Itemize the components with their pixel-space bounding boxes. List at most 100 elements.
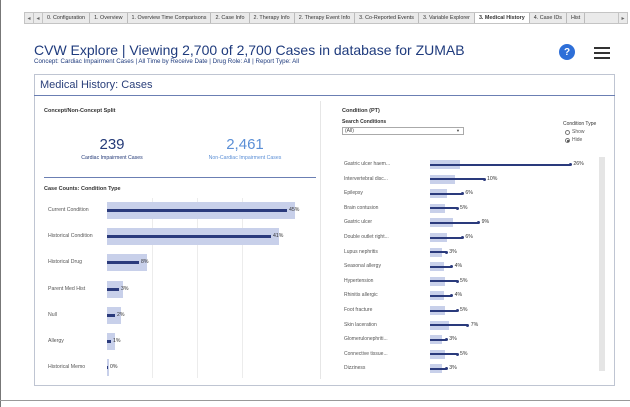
tab-0-configuration[interactable]: 0. Configuration	[43, 13, 91, 23]
condition-pt-dot	[482, 177, 486, 181]
help-icon[interactable]: ?	[559, 44, 575, 60]
condition-pt-bar[interactable]	[430, 163, 571, 166]
condition-pt-dot	[455, 279, 459, 283]
split-title: Concept/Non-Concept Split	[44, 108, 116, 114]
concept-count: 239	[99, 136, 125, 153]
panel-separator	[320, 101, 321, 379]
chart-gridline	[242, 198, 243, 378]
condition-pt-label: Seasonal allergy	[344, 263, 381, 270]
condition-pt-value: 7%	[470, 321, 479, 328]
condition-type-label: Historical Drug	[48, 259, 83, 266]
condition-pt-bar[interactable]	[430, 353, 457, 356]
radio-hide-label: Hide	[572, 137, 583, 143]
condition-type-value: 2%	[117, 311, 125, 318]
condition-pt-bar[interactable]	[430, 207, 457, 210]
condition-pt-value: 9%	[481, 219, 490, 226]
tab-scroll-next-icon[interactable]: ▸	[618, 13, 627, 23]
condition-pt-dot	[455, 309, 459, 312]
tab-3-medical-history[interactable]: 3. Medical History	[474, 13, 530, 23]
condition-pt-dot	[444, 338, 448, 342]
condition-pt-bar[interactable]	[430, 265, 452, 268]
condition-type-value: 0%	[110, 364, 118, 371]
tab-2-therapy-info[interactable]: 2. Therapy Info	[250, 13, 295, 23]
condition-type-bar[interactable]	[107, 340, 111, 343]
condition-pt-dot	[444, 250, 448, 254]
condition-pt-value: 6%	[465, 190, 473, 197]
condition-pt-bar[interactable]	[430, 280, 457, 283]
condition-pt-label: Connective tissue...	[344, 350, 388, 357]
condition-pt-label: Lupus nephritis	[344, 248, 378, 255]
tab-scroll-prev-icon[interactable]: ◂	[34, 13, 43, 23]
condition-type-bar[interactable]	[107, 261, 139, 265]
search-conditions-dropdown[interactable]: (All) ▼	[342, 127, 464, 135]
radio-show-label: Show	[572, 129, 585, 135]
condition-list-scrollbar[interactable]	[599, 157, 605, 371]
nonconcept-count: 2,461	[226, 136, 264, 153]
radio-hide-circle-icon	[565, 137, 570, 143]
frame-border-bottom	[0, 400, 630, 401]
condition-type-title: Condition Type	[563, 121, 597, 127]
chart-gridline	[152, 198, 153, 378]
dropdown-arrow-icon: ▼	[456, 128, 460, 133]
condition-type-bar[interactable]	[107, 209, 287, 212]
hamburger-menu-icon[interactable]	[594, 47, 610, 59]
condition-pt-label: Skin laceration	[344, 321, 377, 328]
condition-pt-bar[interactable]	[430, 294, 452, 297]
concept-label: Cardiac Impairment Cases	[81, 155, 143, 161]
condition-pt-bar[interactable]	[430, 338, 447, 341]
condition-pt-value: 5%	[460, 204, 468, 211]
tab-hist[interactable]: Hist	[567, 13, 586, 23]
condition-type-bar[interactable]	[107, 313, 115, 317]
condition-pt-bar[interactable]	[430, 221, 479, 224]
condition-pt-bar[interactable]	[430, 178, 484, 181]
tab-2-therapy-event-info[interactable]: 2. Therapy Event Info	[295, 13, 356, 23]
tab-4-case-ids[interactable]: 4. Case IDs	[530, 13, 567, 23]
condition-pt-bar[interactable]	[430, 251, 447, 254]
condition-type-bar[interactable]	[107, 235, 271, 239]
condition-type-value: 3%	[121, 285, 129, 292]
condition-type-label: Historical Memo	[48, 364, 86, 371]
search-conditions-value: (All)	[345, 128, 354, 134]
tab-1-overview[interactable]: 1. Overview	[90, 13, 128, 23]
tab-list: 0. Configuration 1. Overview 1. Overview T…	[43, 13, 586, 23]
condition-pt-bar[interactable]	[430, 324, 468, 327]
search-conditions-label: Search Conditions	[342, 119, 387, 125]
condition-pt-label: Foot fracture	[344, 307, 373, 313]
condition-pt-bar[interactable]	[430, 367, 447, 370]
frame-border-left	[0, 0, 1, 407]
nonconcept-label: Non-Cardiac Impairment Cases	[208, 155, 282, 161]
tab-3-variable-explorer[interactable]: 3. Variable Explorer	[419, 13, 475, 23]
radio-show[interactable]: Show	[565, 129, 585, 135]
condition-type-label: Parent Med Hist	[48, 285, 86, 292]
tab-1-overview-time-comparisons[interactable]: 1. Overview Time Comparisons	[128, 13, 212, 23]
condition-pt-label: Epilepsy	[344, 190, 363, 197]
condition-pt-dot	[455, 206, 459, 210]
tab-bar: ◂ ◂ 0. Configuration 1. Overview 1. Overvi…	[24, 12, 628, 24]
condition-type-bar[interactable]	[107, 287, 119, 291]
condition-pt-bar[interactable]	[430, 236, 463, 239]
condition-pt-value: 4%	[454, 292, 463, 299]
counts-title: Case Counts: Condition Type	[44, 186, 121, 192]
condition-type-value: 1%	[113, 338, 121, 344]
tab-3-co-reported-events[interactable]: 3. Co-Reported Events	[355, 13, 419, 23]
condition-pt-value: 26%	[573, 161, 584, 167]
radio-hide[interactable]: Hide	[565, 137, 582, 143]
condition-type-value: 45%	[289, 207, 300, 213]
condition-pt-bar[interactable]	[430, 309, 457, 312]
condition-pt-label: Gastric ulcer haem...	[344, 161, 391, 167]
condition-pt-title: Condition (PT)	[342, 108, 380, 114]
condition-pt-bar[interactable]	[430, 192, 463, 195]
condition-type-label: Historical Condition	[48, 233, 93, 240]
condition-type-label: Allergy	[48, 338, 64, 344]
tab-scroll-first-icon[interactable]: ◂	[25, 13, 34, 23]
tab-2-case-info[interactable]: 2. Case Info	[211, 13, 250, 23]
condition-pt-value: 3%	[449, 336, 457, 343]
condition-pt-value: 5%	[460, 350, 468, 357]
condition-pt-value: 10%	[487, 175, 498, 182]
condition-pt-label: Glomerulonephriti...	[344, 336, 388, 343]
chart-gridline	[197, 198, 198, 378]
condition-pt-dot	[460, 236, 464, 239]
condition-type-value: 8%	[141, 259, 149, 266]
condition-type-bar[interactable]	[107, 366, 108, 370]
condition-pt-dot	[466, 323, 470, 327]
